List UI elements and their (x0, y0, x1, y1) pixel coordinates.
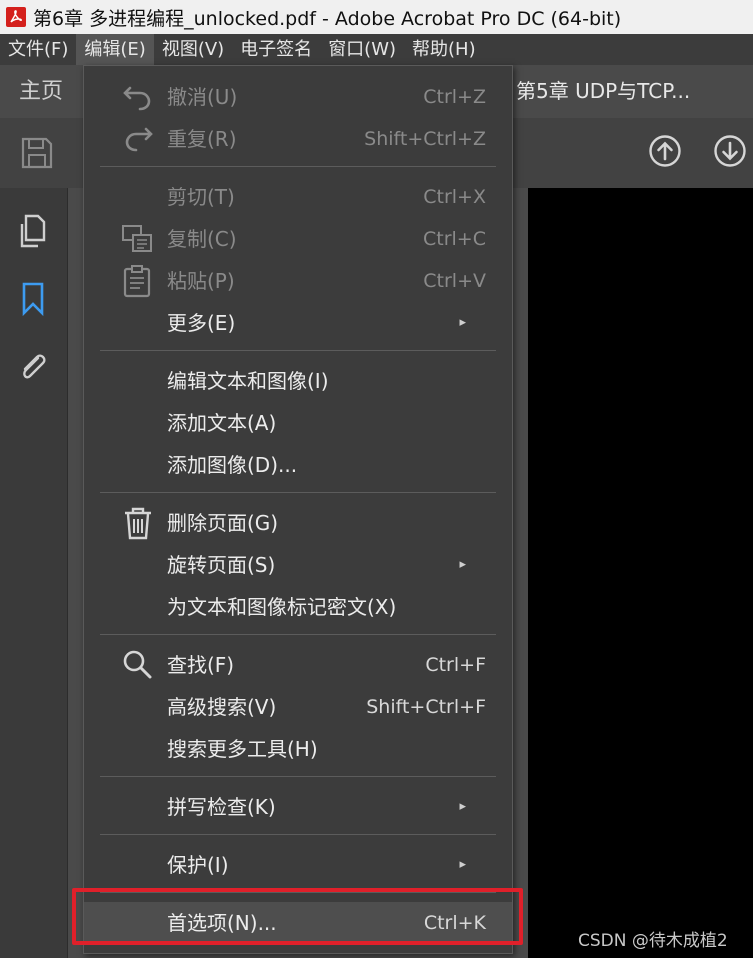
menu-item-redo: 重复(R) Shift+Ctrl+Z (84, 118, 512, 160)
menu-item-paste: 粘贴(P) Ctrl+V (84, 260, 512, 302)
left-rail (0, 188, 68, 958)
menu-item-add-text[interactable]: 添加文本(A) (84, 402, 512, 444)
menu-separator (100, 350, 496, 351)
watermark: CSDN @待木成植2 (578, 931, 728, 951)
menu-esign[interactable]: 电子签名 (232, 34, 320, 65)
menu-item-cut: 剪切(T) Ctrl+X (167, 185, 486, 209)
pages-icon[interactable] (16, 212, 50, 250)
menu-window[interactable]: 窗口(W) (320, 34, 404, 65)
tab-document[interactable]: 第5章 UDP与TCP... (516, 65, 690, 118)
menu-separator (100, 776, 496, 777)
attachment-icon[interactable] (16, 348, 50, 386)
tab-home[interactable]: 主页 (0, 65, 82, 118)
menu-item-protect[interactable]: 保护(I) ▸ (84, 844, 512, 886)
title-bar: 第6章 多进程编程_unlocked.pdf - Adobe Acrobat P… (0, 0, 753, 34)
acrobat-icon (6, 7, 26, 27)
undo-icon (123, 86, 151, 111)
menu-item-copy: 复制(C) Ctrl+C (84, 218, 512, 260)
previous-page-icon[interactable] (648, 134, 682, 168)
menu-item-rotate-pages[interactable]: 旋转页面(S) ▸ (84, 544, 512, 586)
submenu-arrow-icon: ▸ (459, 799, 466, 814)
menu-separator (100, 166, 496, 167)
menu-view[interactable]: 视图(V) (154, 34, 232, 65)
menu-item-more[interactable]: 更多(E) ▸ (84, 302, 512, 344)
menu-file[interactable]: 文件(F) (0, 34, 76, 65)
menu-separator (100, 634, 496, 635)
menu-item-delete-pages[interactable]: 删除页面(G) (84, 502, 512, 544)
bookmark-icon[interactable] (16, 280, 50, 318)
copy-icon (122, 225, 152, 252)
menu-bar: 文件(F) 编辑(E) 视图(V) 电子签名 窗口(W) 帮助(H) (0, 34, 753, 65)
menu-help[interactable]: 帮助(H) (404, 34, 484, 65)
submenu-arrow-icon: ▸ (459, 315, 466, 330)
highlight-box (72, 888, 523, 945)
redo-icon (125, 127, 153, 152)
menu-item-find[interactable]: 查找(F) Ctrl+F (84, 644, 512, 686)
window-title: 第6章 多进程编程_unlocked.pdf - Adobe Acrobat P… (33, 7, 622, 30)
menu-item-redact[interactable]: 为文本和图像标记密文(X) (84, 586, 512, 628)
menu-item-undo: 撤消(U) Ctrl+Z (84, 76, 512, 118)
menu-separator (100, 492, 496, 493)
next-page-icon[interactable] (713, 134, 747, 168)
paste-icon (123, 265, 151, 298)
save-icon[interactable] (20, 136, 54, 170)
menu-item-add-image[interactable]: 添加图像(D)... (84, 444, 512, 486)
search-icon (123, 650, 152, 679)
menu-item-edit-text-images[interactable]: 编辑文本和图像(I) (84, 360, 512, 402)
submenu-arrow-icon: ▸ (459, 557, 466, 572)
menu-separator (100, 834, 496, 835)
menu-item-advanced-search[interactable]: 高级搜索(V) Shift+Ctrl+F (84, 686, 512, 728)
trash-icon (125, 507, 151, 540)
document-page (528, 188, 753, 958)
submenu-arrow-icon: ▸ (459, 857, 466, 872)
menu-item-spell-check[interactable]: 拼写检查(K) ▸ (84, 786, 512, 828)
menu-item-search-more-tools[interactable]: 搜索更多工具(H) (84, 728, 512, 770)
menu-edit[interactable]: 编辑(E) (76, 34, 154, 65)
edit-menu: 撤消(U) Ctrl+Z 重复(R) Shift+Ctrl+Z 剪切(T) Ct… (83, 65, 513, 954)
